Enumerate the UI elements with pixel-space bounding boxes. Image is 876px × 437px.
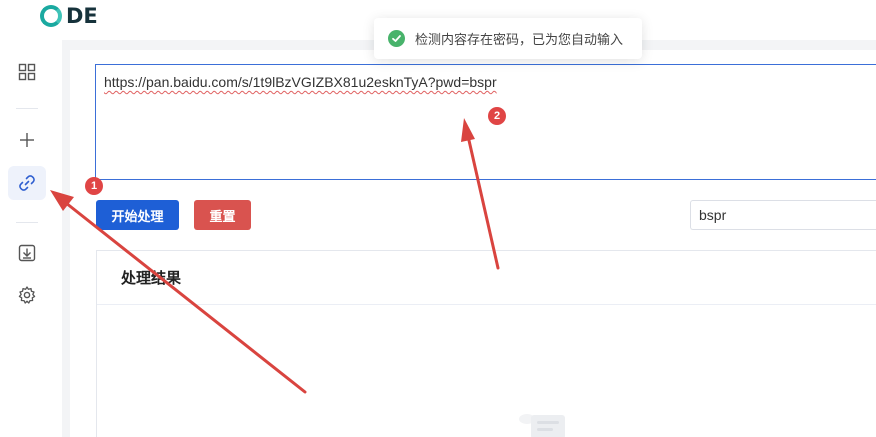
reset-button[interactable]: 重置 [194,200,251,230]
logo-text: DE [66,4,98,28]
grid-icon [18,63,36,81]
sidebar-divider [16,108,38,109]
sidebar-item-add[interactable] [8,123,46,157]
result-card: 处理结果 [96,250,876,437]
check-circle-icon [388,30,405,47]
sidebar-divider [16,222,38,223]
sidebar-item-settings[interactable] [8,278,46,312]
app-logo: DE [40,4,98,28]
link-icon [19,175,35,191]
toast-message: 检测内容存在密码，已为您自动输入 [415,33,624,48]
gear-icon [18,286,36,304]
download-icon [18,244,36,262]
result-title: 处理结果 [97,251,876,305]
url-text: https://pan.baidu.com/s/1t9lBzVGIZBX81u2… [104,74,497,90]
url-textarea[interactable]: https://pan.baidu.com/s/1t9lBzVGIZBX81u2… [95,64,876,180]
success-toast: 检测内容存在密码，已为您自动输入 [374,18,642,59]
annotation-marker-2: 2 [488,107,506,125]
plus-icon [20,133,34,147]
password-input[interactable]: bspr [690,200,876,230]
sidebar-item-dashboard[interactable] [8,55,46,89]
logo-ring-icon [40,5,62,27]
sidebar: DE [0,0,98,437]
empty-state-icon [519,414,565,437]
sidebar-item-link[interactable] [8,166,46,200]
sidebar-item-download[interactable] [8,236,46,270]
start-process-button[interactable]: 开始处理 [96,200,179,230]
annotation-marker-1: 1 [85,177,103,195]
